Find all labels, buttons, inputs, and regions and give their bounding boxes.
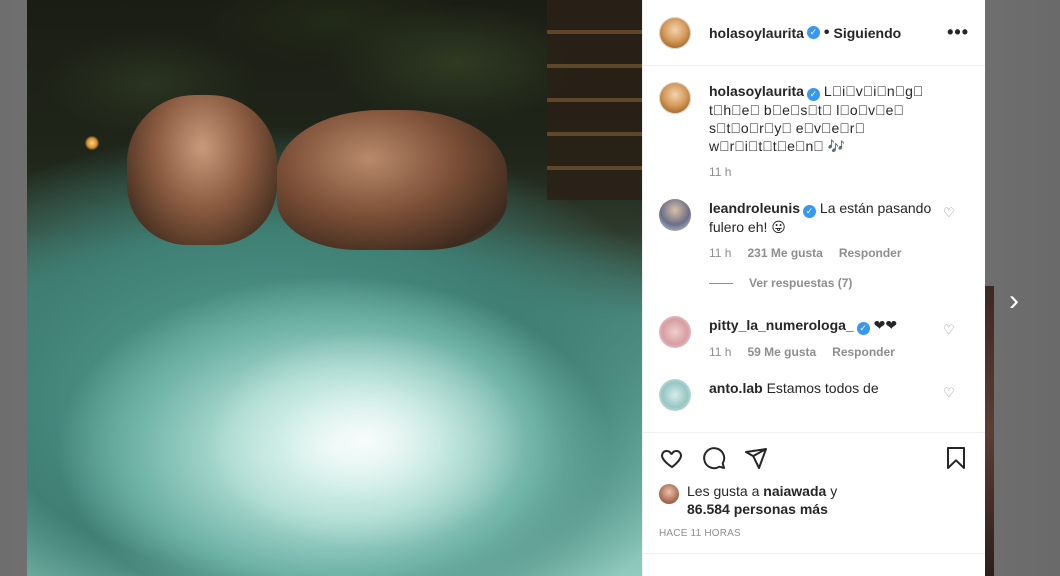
music-notes-icon: 🎶 (827, 138, 846, 154)
like-comment-heart-icon[interactable]: ♡ (943, 323, 955, 336)
photo-light (85, 136, 99, 150)
share-paper-plane-icon[interactable] (743, 445, 769, 471)
author-username[interactable]: holasoylaurita (709, 25, 804, 41)
liker-username[interactable]: naiawada (763, 483, 826, 499)
comment-meta: 11 h 59 Me gusta Responder (709, 343, 945, 361)
replies-line (709, 282, 733, 284)
photo-water-reflection (207, 330, 527, 550)
tongue-emoji-icon: 😛 (771, 219, 786, 235)
next-post-arrow-icon[interactable]: › (1001, 286, 1027, 316)
verified-badge-icon: ✓ (806, 26, 820, 39)
likes-connector: y (830, 483, 838, 499)
comment-body: pitty_la_numerologa_ ✓ ❤❤ 11 h 59 Me gust… (709, 316, 969, 361)
add-comment-area[interactable] (643, 554, 985, 576)
comment: pitty_la_numerologa_ ✓ ❤❤ 11 h 59 Me gust… (659, 316, 969, 361)
post-photo (27, 0, 642, 576)
background-post-thumbnail (984, 286, 994, 576)
likes-summary: Les gusta a naiawada y 86.584 personas m… (643, 482, 985, 518)
comment-likes[interactable]: 59 Me gusta (747, 343, 816, 361)
author-avatar[interactable] (659, 16, 691, 49)
reply-button[interactable]: Responder (839, 244, 902, 262)
comment: leandroleunis ✓ La están pasando fulero e… (659, 199, 969, 262)
post-time-ago[interactable]: HACE 11 HORAS (643, 518, 985, 554)
comment: anto.lab Estamos todos de ♡ (659, 379, 969, 411)
following-button[interactable]: Siguiendo (834, 25, 902, 41)
caption: holasoylaurita ✓ L⃣i⃣v⃣i⃣n⃣g⃣ t⃣h⃣e⃣ b⃣e⃣… (659, 82, 969, 181)
like-heart-icon[interactable] (659, 445, 685, 471)
commenter-avatar[interactable] (659, 379, 691, 411)
more-options-icon[interactable]: ••• (947, 22, 969, 43)
caption-author-avatar[interactable] (659, 82, 691, 114)
comment-username[interactable]: leandroleunis (709, 200, 800, 216)
caption-author[interactable]: holasoylaurita (709, 83, 804, 99)
comment-body: anto.lab Estamos todos de (709, 379, 969, 411)
comment-username[interactable]: anto.lab (709, 380, 763, 396)
reply-button[interactable]: Responder (832, 343, 895, 361)
commenter-avatar[interactable] (659, 316, 691, 348)
caption-meta: 11 h (709, 163, 945, 181)
verified-badge-icon: ✓ (806, 88, 820, 101)
comment-time[interactable]: 11 h (709, 343, 731, 361)
view-replies-label: Ver respuestas (7) (749, 276, 853, 290)
separator-dot: • (823, 23, 830, 41)
photo-building (547, 0, 642, 200)
comments-list[interactable]: holasoylaurita ✓ L⃣i⃣v⃣i⃣n⃣g⃣ t⃣h⃣e⃣ b⃣e⃣… (643, 66, 985, 432)
save-bookmark-icon[interactable] (943, 445, 969, 471)
comment-time[interactable]: 11 h (709, 244, 731, 262)
likes-text: Les gusta a naiawada y 86.584 personas m… (687, 482, 837, 518)
red-hearts-icon: ❤❤ (873, 317, 898, 333)
liker-avatar[interactable] (659, 484, 679, 504)
comment-username[interactable]: pitty_la_numerologa_ (709, 317, 854, 333)
like-comment-heart-icon[interactable]: ♡ (943, 386, 955, 399)
comment-body: leandroleunis ✓ La están pasando fulero e… (709, 199, 969, 262)
like-comment-heart-icon[interactable]: ♡ (943, 206, 955, 219)
comment-meta: 11 h 231 Me gusta Responder (709, 244, 945, 262)
comment-text: Estamos todos de (766, 380, 879, 396)
verified-badge-icon: ✓ (803, 205, 817, 218)
post-modal: holasoylaurita ✓ • Siguiendo ••• holasoy… (27, 0, 985, 576)
caption-time[interactable]: 11 h (709, 163, 731, 181)
caption-body: holasoylaurita ✓ L⃣i⃣v⃣i⃣n⃣g⃣ t⃣h⃣e⃣ b⃣e⃣… (709, 82, 969, 181)
commenter-avatar[interactable] (659, 199, 691, 231)
likes-count[interactable]: 86.584 personas más (687, 501, 828, 517)
verified-badge-icon: ✓ (856, 322, 870, 335)
comment-likes[interactable]: 231 Me gusta (747, 244, 822, 262)
post-header: holasoylaurita ✓ • Siguiendo ••• (643, 0, 985, 66)
post-sidebar: holasoylaurita ✓ • Siguiendo ••• holasoy… (642, 0, 985, 576)
post-actions (643, 432, 985, 482)
view-replies-button[interactable]: Ver respuestas (7) (709, 276, 969, 290)
photo-person-left (127, 95, 277, 245)
photo-person-right (277, 110, 507, 250)
likes-prefix: Les gusta a (687, 483, 760, 499)
comment-bubble-icon[interactable] (701, 445, 727, 471)
